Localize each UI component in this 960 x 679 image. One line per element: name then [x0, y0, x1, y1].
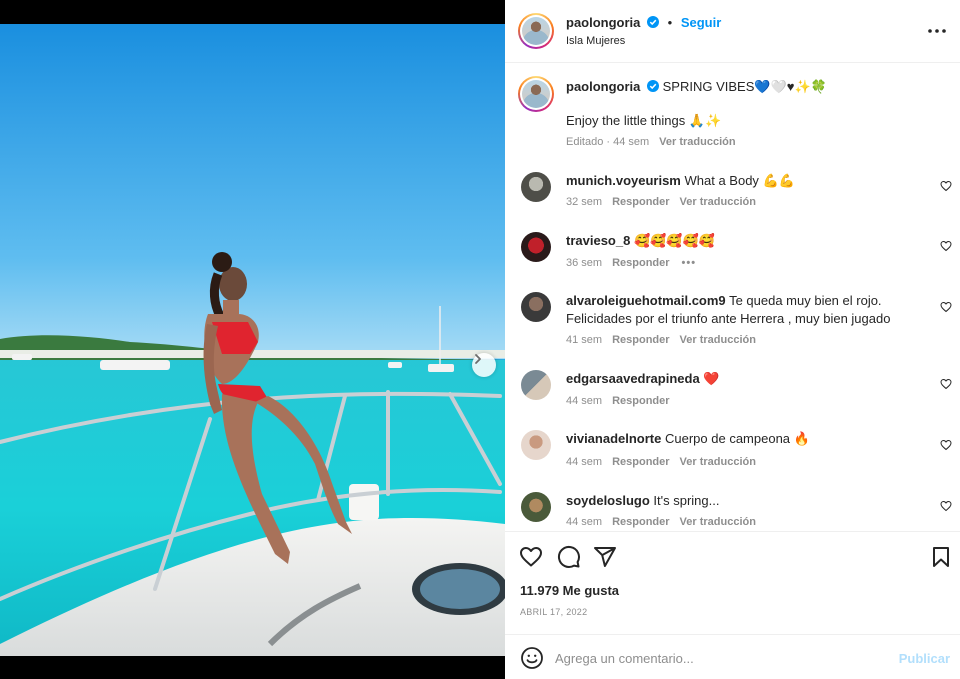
verified-badge-icon: [647, 16, 660, 28]
like-comment-heart-icon[interactable]: [940, 439, 952, 451]
see-translation-link[interactable]: Ver traducción: [659, 136, 735, 148]
comment-time: 44 sem: [566, 516, 603, 528]
author-username[interactable]: paolongoria: [566, 15, 640, 30]
reply-button[interactable]: Responder: [612, 395, 669, 407]
comment-username[interactable]: munich.voyeurism: [566, 173, 681, 188]
see-translation-link[interactable]: Ver traducción: [680, 516, 756, 528]
avatar[interactable]: [518, 13, 554, 49]
like-comment-heart-icon[interactable]: [940, 240, 952, 252]
comment-time: 32 sem: [566, 196, 603, 208]
reply-button[interactable]: Responder: [612, 196, 669, 208]
post-location[interactable]: Isla Mujeres: [566, 35, 625, 47]
next-slide-button[interactable]: [472, 353, 496, 377]
avatar[interactable]: [518, 76, 554, 112]
reply-button[interactable]: Responder: [612, 456, 669, 468]
save-bookmark-icon[interactable]: [929, 545, 953, 569]
comment-time: 44 sem: [566, 395, 603, 407]
avatar[interactable]: [521, 292, 551, 322]
comment-username[interactable]: soydeloslugo: [566, 493, 650, 508]
post-header: paolongoria • Seguir Isla Mujeres: [505, 0, 960, 63]
comment-text: 🥰🥰🥰🥰🥰: [633, 233, 715, 248]
comment-options-button[interactable]: •••: [682, 257, 697, 269]
beach-boat-photo: [0, 24, 505, 656]
separator-dot: •: [667, 15, 673, 30]
comment-username[interactable]: alvaroleiguehotmail.com9: [566, 293, 726, 308]
comment-time: 44 sem: [566, 456, 603, 468]
more-horizontal-icon[interactable]: [926, 22, 948, 40]
comment-text: ❤️: [703, 371, 720, 386]
caption-edited-time: Editado · 44 sem: [566, 136, 650, 148]
like-heart-icon[interactable]: [519, 545, 543, 569]
comment-text: It's spring...: [653, 493, 720, 508]
post-date[interactable]: ABRIL 17, 2022: [520, 607, 587, 617]
comment-time: 41 sem: [566, 334, 603, 346]
avatar[interactable]: [521, 430, 551, 460]
comments-list[interactable]: paolongoria SPRING VIBES💙🤍♥✨🍀 Enjoy the …: [505, 64, 960, 530]
comment-text: What a Body 💪💪: [684, 173, 795, 188]
caption-username[interactable]: paolongoria: [566, 79, 640, 94]
likes-count[interactable]: 11.979 Me gusta: [520, 583, 619, 598]
like-comment-heart-icon[interactable]: [940, 500, 952, 512]
like-comment-heart-icon[interactable]: [940, 180, 952, 192]
comment-username[interactable]: vivianadelnorte: [566, 431, 661, 446]
comment-bubble-icon[interactable]: [557, 545, 581, 569]
comment-text: Te queda muy bien el rojo.: [729, 293, 882, 308]
see-translation-link[interactable]: Ver traducción: [680, 456, 756, 468]
reply-button[interactable]: Responder: [612, 257, 669, 269]
like-comment-heart-icon[interactable]: [940, 378, 952, 390]
avatar[interactable]: [521, 370, 551, 400]
follow-button[interactable]: Seguir: [681, 15, 721, 30]
post-image[interactable]: [0, 24, 505, 656]
comment-text: Cuerpo de campeona 🔥: [665, 431, 810, 446]
share-send-icon[interactable]: [593, 545, 617, 569]
see-translation-link[interactable]: Ver traducción: [680, 196, 756, 208]
avatar[interactable]: [521, 232, 551, 262]
post-side-panel: paolongoria • Seguir Isla Mujeres paolon…: [505, 0, 960, 679]
comment-time: 36 sem: [566, 257, 603, 269]
emoji-smiley-icon[interactable]: [520, 646, 544, 670]
like-comment-heart-icon[interactable]: [940, 301, 952, 313]
see-translation-link[interactable]: Ver traducción: [680, 334, 756, 346]
verified-badge-icon: [647, 80, 660, 92]
instagram-post-viewer: paolongoria • Seguir Isla Mujeres paolon…: [0, 0, 960, 679]
comment-username[interactable]: edgarsaavedrapineda: [566, 371, 700, 386]
comment-input[interactable]: [555, 646, 885, 670]
reply-button[interactable]: Responder: [612, 516, 669, 528]
comment-text-line2: Felicidades por el triunfo ante Herrera …: [566, 311, 891, 326]
chevron-right-icon: [475, 354, 481, 364]
avatar[interactable]: [521, 492, 551, 522]
add-comment-bar: Publicar: [505, 634, 960, 679]
caption-text: SPRING VIBES💙🤍♥✨🍀: [662, 79, 827, 94]
reply-button[interactable]: Responder: [612, 334, 669, 346]
caption-text-line2: Enjoy the little things 🙏✨: [566, 113, 722, 128]
publish-button[interactable]: Publicar: [899, 651, 950, 666]
comment-username[interactable]: travieso_8: [566, 233, 630, 248]
post-actions: 11.979 Me gusta ABRIL 17, 2022: [505, 531, 960, 634]
avatar[interactable]: [521, 172, 551, 202]
